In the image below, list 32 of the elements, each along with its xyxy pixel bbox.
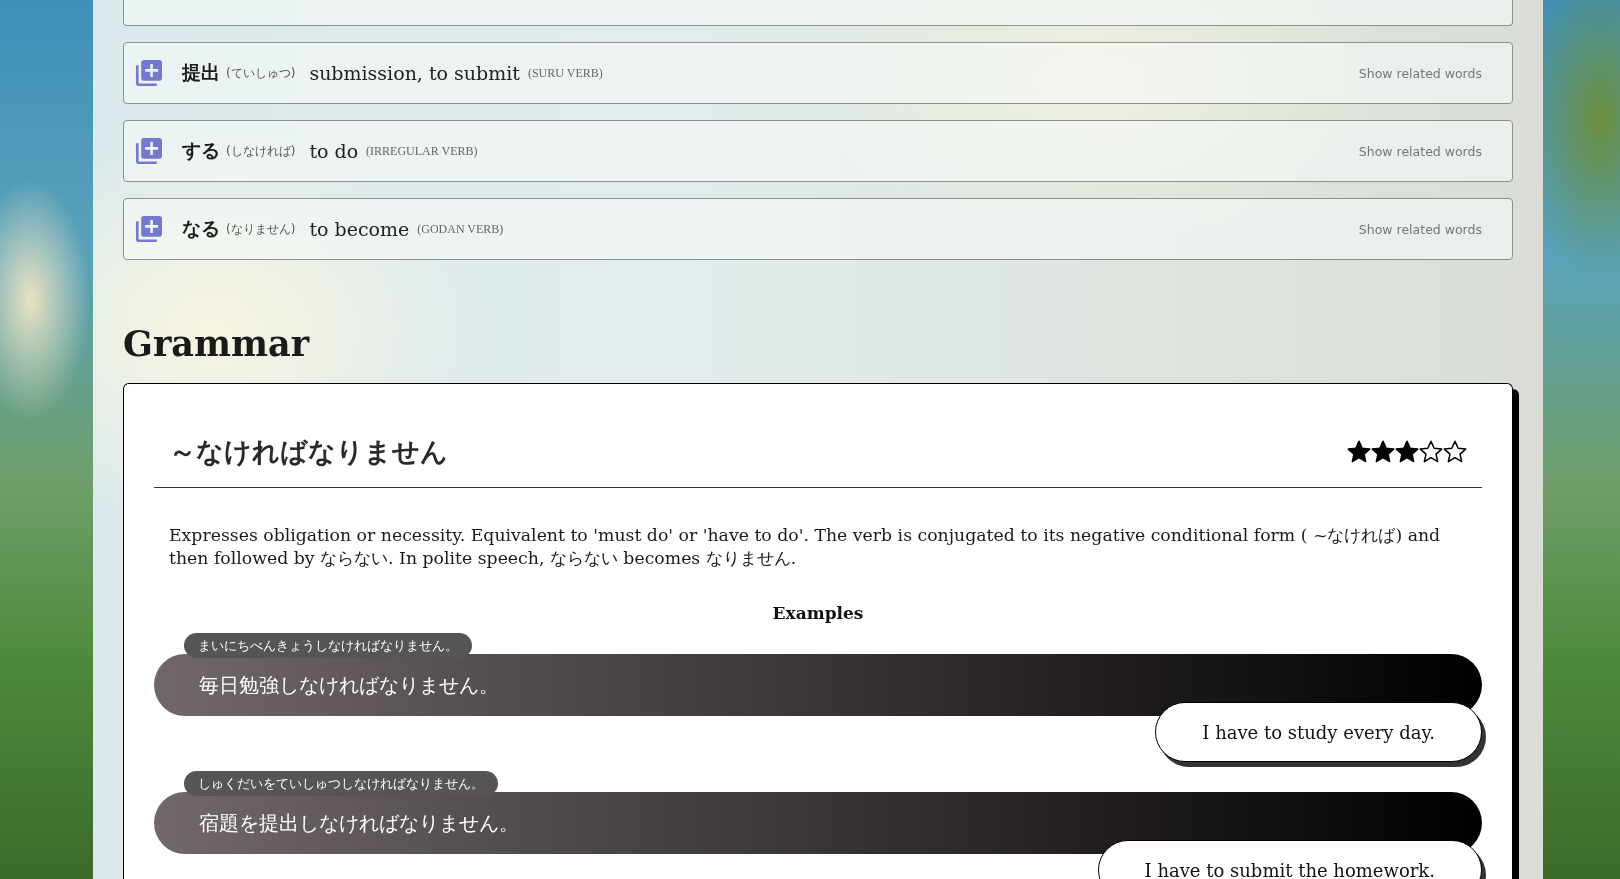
- vocab-reading: (しなければ): [226, 142, 296, 160]
- vocab-word: 提出: [182, 60, 220, 85]
- translation-bubble: I have to submit the homework.: [1097, 840, 1482, 879]
- show-related-words-link[interactable]: Show related words: [1358, 65, 1482, 81]
- part-of-speech: (SURU VERB): [527, 65, 603, 81]
- show-related-words-link[interactable]: Show related words: [1358, 221, 1482, 237]
- example-sentence: 宿題を提出しなければなりません。: [154, 792, 1482, 854]
- grammar-title: ～なければなりません: [169, 435, 448, 469]
- star-icon: [1347, 440, 1371, 464]
- star-icon: [1419, 440, 1443, 464]
- plus-stack-icon[interactable]: [136, 60, 162, 86]
- vocab-word: する: [182, 138, 220, 163]
- example-sentence: 毎日勉強しなければなりません。: [154, 654, 1482, 716]
- vocab-reading: (ていしゅつ): [226, 64, 296, 82]
- vocab-meaning: submission, to submit: [309, 62, 520, 84]
- plus-stack-icon[interactable]: [136, 216, 162, 242]
- grammar-description: Expresses obligation or necessity. Equivalent to 'must do' or 'have to do'. The verb is conjugated to its negative conditional form ( ~なければ) and then followed by ならない. In polite speech, ならない becomes なりません.: [168, 524, 1442, 570]
- star-icon: [1443, 440, 1467, 464]
- star-icon: [1395, 440, 1419, 464]
- examples-heading: Examples: [771, 602, 865, 625]
- part-of-speech: (IRREGULAR VERB): [366, 143, 478, 159]
- star-icon: [1371, 440, 1395, 464]
- furigana-label: まいにちべんきょうしなければなりません。: [184, 633, 472, 658]
- vocab-reading: (なりません): [226, 220, 296, 238]
- furigana-label: しゅくだいをていしゅつしなければなりません。: [184, 771, 498, 796]
- vocab-meaning: to become: [309, 218, 410, 240]
- show-related-words-link[interactable]: Show related words: [1358, 143, 1482, 159]
- plus-stack-icon[interactable]: [136, 138, 162, 164]
- vocab-meaning: to do: [309, 140, 359, 162]
- vocab-word: なる: [182, 216, 220, 241]
- section-heading: Grammar: [123, 322, 310, 366]
- part-of-speech: (GODAN VERB): [417, 221, 504, 237]
